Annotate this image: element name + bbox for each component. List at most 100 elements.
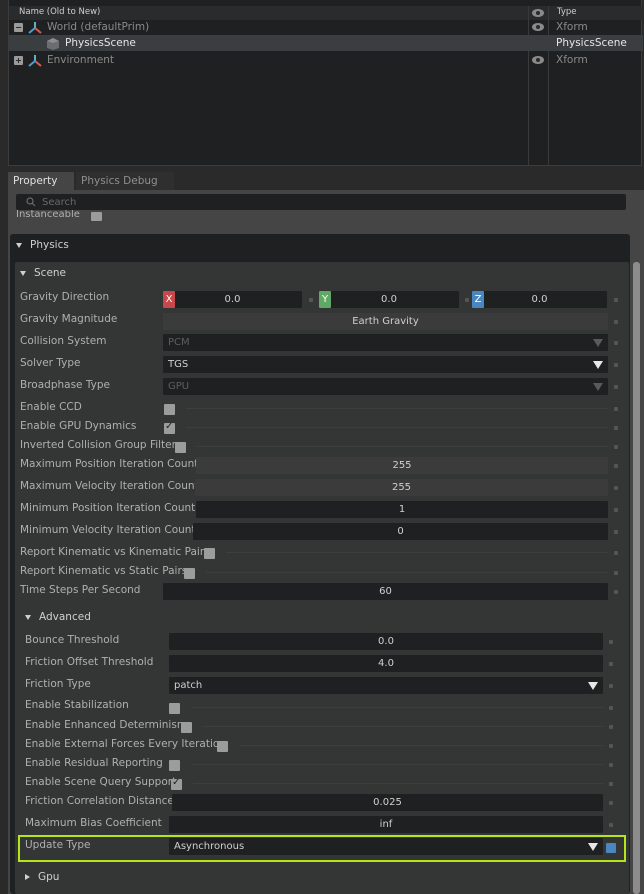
tree-item-name: PhysicsScene bbox=[65, 37, 136, 49]
reset-indicator[interactable] bbox=[609, 763, 613, 767]
reset-indicator[interactable] bbox=[614, 298, 618, 302]
gravity-x-field[interactable]: X 0.0 bbox=[163, 291, 302, 308]
reset-indicator[interactable] bbox=[614, 508, 618, 512]
gravity-z-field[interactable]: Z 0.0 bbox=[472, 291, 607, 308]
advanced-section-header[interactable]: Advanced bbox=[25, 611, 91, 623]
gravity-y-value: 0.0 bbox=[381, 294, 397, 305]
tree-row-environment[interactable]: + Environment Xform bbox=[9, 52, 643, 68]
enable-ccd-label: Enable CCD bbox=[20, 401, 82, 413]
min-velocity-iteration-field[interactable]: 0 bbox=[193, 523, 608, 540]
physics-section-header[interactable]: Physics bbox=[16, 239, 69, 251]
instanceable-label: Instanceable bbox=[16, 210, 80, 220]
reset-indicator[interactable] bbox=[614, 385, 618, 389]
min-position-iteration-label: Minimum Position Iteration Count bbox=[20, 502, 196, 514]
friction-type-dropdown[interactable]: patch bbox=[169, 677, 603, 694]
gravity-x-value: 0.0 bbox=[224, 294, 241, 305]
dropdown-arrow-icon bbox=[588, 843, 598, 851]
friction-type-label: Friction Type bbox=[25, 678, 91, 690]
eye-icon[interactable] bbox=[532, 23, 544, 31]
eye-icon[interactable] bbox=[532, 56, 544, 64]
max-velocity-iteration-label: Maximum Velocity Iteration Count bbox=[20, 480, 199, 492]
max-bias-coefficient-field[interactable]: inf bbox=[169, 816, 603, 833]
reset-indicator[interactable] bbox=[614, 363, 618, 367]
max-position-iteration-field[interactable]: 255 bbox=[196, 457, 608, 474]
inverted-collision-group-filter-label: Inverted Collision Group Filter bbox=[20, 439, 176, 451]
reset-indicator[interactable] bbox=[609, 662, 613, 666]
link-dot bbox=[309, 298, 313, 302]
reset-indicator[interactable] bbox=[614, 486, 618, 490]
enable-ccd-checkbox[interactable] bbox=[164, 404, 175, 415]
gravity-magnitude-field[interactable]: Earth Gravity bbox=[163, 313, 608, 330]
tree-row-physicsscene[interactable]: PhysicsScene PhysicsScene bbox=[9, 35, 643, 51]
reset-indicator[interactable] bbox=[614, 426, 618, 430]
reset-indicator[interactable] bbox=[609, 684, 613, 688]
broadphase-type-dropdown[interactable]: GPU bbox=[163, 378, 608, 395]
update-type-dropdown[interactable]: Asynchronous bbox=[169, 838, 603, 855]
enable-gpu-dynamics-checkbox[interactable] bbox=[164, 421, 175, 434]
reset-indicator[interactable] bbox=[609, 744, 613, 748]
collision-system-dropdown[interactable]: PCM bbox=[163, 334, 608, 351]
min-position-iteration-field[interactable]: 1 bbox=[196, 501, 608, 518]
friction-offset-threshold-label: Friction Offset Threshold bbox=[25, 656, 154, 668]
x-axis-badge: X bbox=[163, 291, 175, 308]
physics-section-title: Physics bbox=[30, 239, 69, 251]
tree-item-name: Environment bbox=[47, 54, 115, 66]
enable-external-forces-checkbox[interactable] bbox=[217, 741, 228, 752]
reset-indicator[interactable] bbox=[609, 640, 613, 644]
tree-row-world[interactable]: − World (defaultPrim) Xform bbox=[9, 19, 643, 35]
physics-scene-cube-icon bbox=[47, 37, 59, 50]
enable-enhanced-determinism-checkbox[interactable] bbox=[181, 722, 192, 733]
omniverse-window: Name (Old to New) Type − World (defaultP… bbox=[0, 0, 644, 894]
reset-indicator[interactable] bbox=[614, 445, 618, 449]
tab-physics-debug[interactable]: Physics Debug bbox=[76, 172, 174, 190]
vertical-scrollbar[interactable] bbox=[633, 262, 640, 894]
tree-item-type: PhysicsScene bbox=[556, 37, 627, 49]
enable-stabilization-label: Enable Stabilization bbox=[25, 699, 129, 711]
enable-scene-query-support-checkbox[interactable] bbox=[171, 777, 182, 790]
reset-indicator[interactable] bbox=[614, 464, 618, 468]
solver-type-value: TGS bbox=[168, 359, 189, 370]
inverted-collision-group-filter-checkbox[interactable] bbox=[175, 442, 186, 453]
friction-correlation-distance-field[interactable]: 0.025 bbox=[172, 794, 603, 811]
collision-system-label: Collision System bbox=[20, 335, 107, 347]
broadphase-type-value: GPU bbox=[168, 381, 190, 392]
tab-property[interactable]: Property bbox=[8, 172, 74, 190]
tree-item-type: Xform bbox=[556, 54, 588, 66]
reset-indicator[interactable] bbox=[609, 801, 613, 805]
enable-stabilization-checkbox[interactable] bbox=[169, 703, 180, 714]
reset-indicator[interactable] bbox=[614, 590, 618, 594]
reset-indicator[interactable] bbox=[609, 823, 613, 827]
solver-type-dropdown[interactable]: TGS bbox=[163, 356, 608, 373]
gravity-y-field[interactable]: Y 0.0 bbox=[319, 291, 459, 308]
instanceable-checkbox[interactable] bbox=[91, 212, 102, 221]
visibility-column-eye-icon[interactable] bbox=[532, 9, 544, 17]
panel-tabs: Property Physics Debug bbox=[8, 172, 644, 190]
max-velocity-iteration-field[interactable]: 255 bbox=[195, 479, 608, 496]
reset-indicator[interactable] bbox=[614, 530, 618, 534]
reset-indicator[interactable] bbox=[614, 407, 618, 411]
report-kinematic-kinematic-checkbox[interactable] bbox=[204, 548, 215, 559]
reset-indicator[interactable] bbox=[609, 782, 613, 786]
scene-section-header[interactable]: Scene bbox=[20, 267, 66, 279]
expand-toggle-icon[interactable]: + bbox=[14, 55, 23, 65]
collision-system-value: PCM bbox=[168, 337, 190, 348]
time-steps-per-second-field[interactable]: 60 bbox=[163, 583, 608, 600]
reset-indicator[interactable] bbox=[614, 551, 618, 555]
gpu-section-header[interactable]: Gpu bbox=[25, 871, 59, 883]
column-name-header[interactable]: Name (Old to New) bbox=[19, 7, 100, 17]
modified-indicator[interactable] bbox=[606, 843, 616, 853]
xform-axis-icon bbox=[28, 21, 42, 34]
reset-indicator[interactable] bbox=[614, 341, 618, 345]
reset-indicator[interactable] bbox=[609, 706, 613, 710]
column-type-header[interactable]: Type bbox=[557, 7, 577, 17]
reset-indicator[interactable] bbox=[614, 320, 618, 324]
reset-indicator[interactable] bbox=[609, 725, 613, 729]
report-kinematic-static-checkbox[interactable] bbox=[184, 568, 195, 579]
enable-residual-reporting-checkbox[interactable] bbox=[169, 760, 180, 771]
reset-indicator[interactable] bbox=[614, 571, 618, 575]
collapse-toggle-icon[interactable]: − bbox=[14, 22, 23, 32]
bounce-threshold-field[interactable]: 0.0 bbox=[169, 633, 603, 650]
friction-offset-threshold-field[interactable]: 4.0 bbox=[169, 655, 603, 672]
search-input[interactable]: Search bbox=[16, 194, 626, 210]
min-velocity-iteration-label: Minimum Velocity Iteration Count bbox=[20, 524, 196, 536]
